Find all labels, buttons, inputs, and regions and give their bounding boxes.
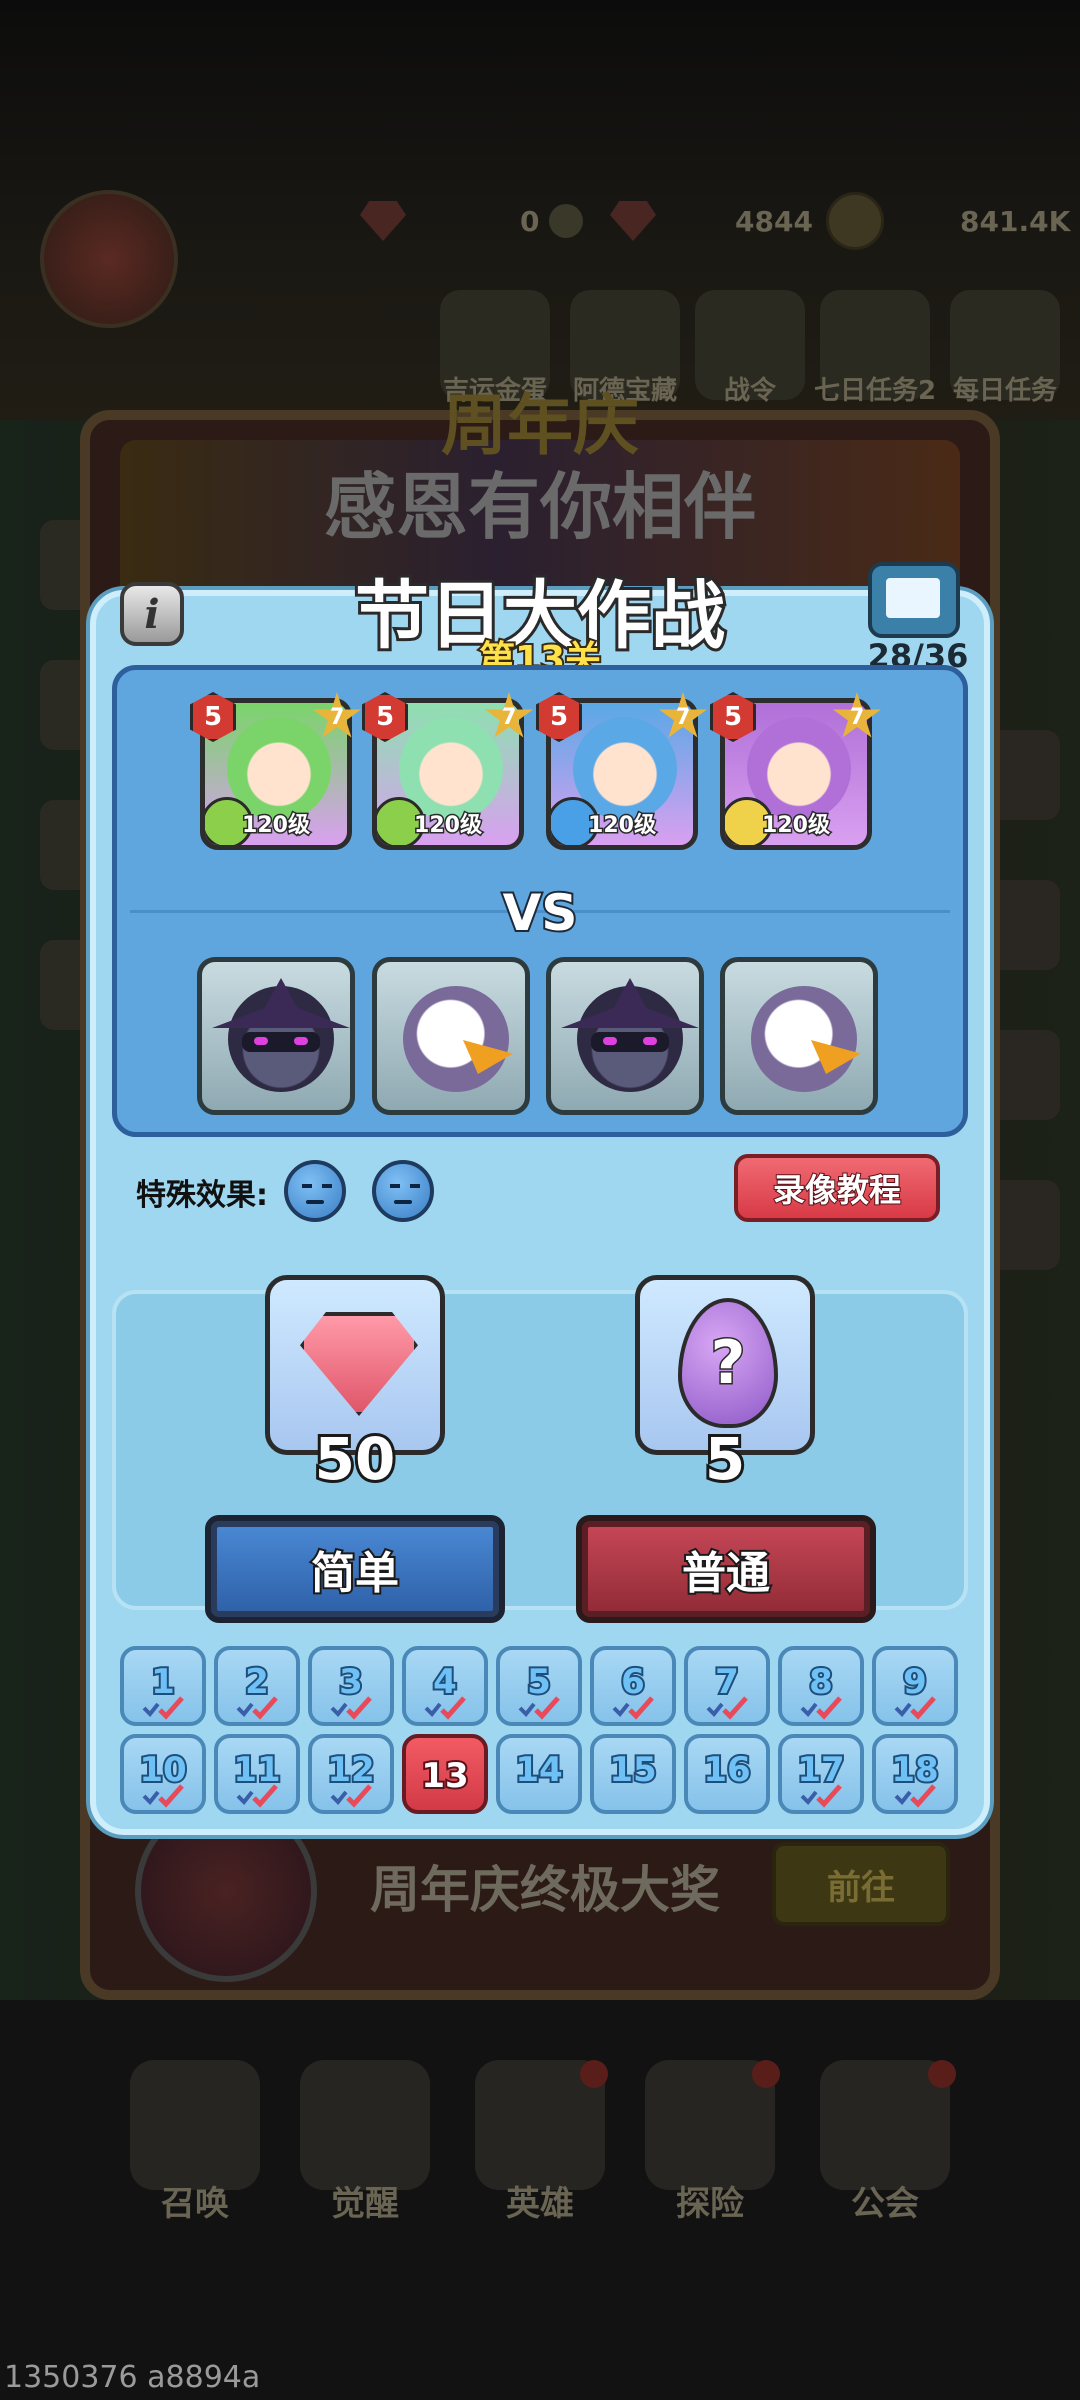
level-9-button[interactable]: 9 [872,1646,958,1726]
check-icon [236,1784,280,1808]
special-effect-icon[interactable] [284,1160,346,1222]
book-icon[interactable] [868,562,960,638]
check-icon [424,1696,468,1720]
check-icon [894,1696,938,1720]
check-icon [330,1696,374,1720]
special-effect-label: 特殊效果: [136,1178,268,1213]
reward-count: 5 [702,1422,748,1496]
level-3-button[interactable]: 3 [308,1646,394,1726]
level-number: 13 [419,1754,470,1798]
gem-icon [610,201,656,241]
check-icon [800,1784,844,1808]
resource-gem-counter [360,195,406,247]
replay-tutorial-button[interactable]: 录像教程 [734,1154,940,1222]
level-number: 15 [607,1748,658,1792]
hero-level: 120级 [587,812,658,840]
eagle-portrait [403,986,509,1092]
notification-dot [752,2060,780,2088]
check-icon [612,1696,656,1720]
nav-awaken[interactable]: 觉醒 [280,2176,450,2225]
hero-level: 120级 [761,812,832,840]
special-effect-icon[interactable] [372,1160,434,1222]
check-icon [236,1696,280,1720]
check-icon [330,1784,374,1808]
hero-level: 120级 [413,812,484,840]
level-13-button[interactable]: 13 [402,1734,488,1814]
level-7-button[interactable]: 7 [684,1646,770,1726]
plus-icon[interactable] [549,204,584,238]
resource-gem2 [610,195,656,247]
enemy-eagle-card[interactable] [720,957,878,1115]
level-18-button[interactable]: 18 [872,1734,958,1814]
level-2-button[interactable]: 2 [214,1646,300,1726]
resource-coin [826,192,884,250]
check-icon [706,1696,750,1720]
level-10-button[interactable]: 10 [120,1734,206,1814]
player-avatar[interactable] [40,190,178,328]
level-number: 16 [701,1748,752,1792]
check-icon [894,1784,938,1808]
level-4-button[interactable]: 4 [402,1646,488,1726]
resource-count-2: 4844 [735,204,813,238]
level-15-button[interactable]: 15 [590,1734,676,1814]
level-17-button[interactable]: 17 [778,1734,864,1814]
level-11-button[interactable]: 11 [214,1734,300,1814]
level-number: 14 [513,1748,564,1792]
level-5-button[interactable]: 5 [496,1646,582,1726]
go-button[interactable]: 前往 [772,1842,950,1926]
nav-explore[interactable]: 探险 [625,2176,795,2225]
level-12-button[interactable]: 12 [308,1734,394,1814]
vs-label: VS [501,882,580,944]
enemy-ninja-card[interactable] [197,957,355,1115]
easy-mode-button[interactable]: 简单 [205,1515,505,1623]
gem-icon [360,201,406,241]
resource-count-1: 0 [520,195,584,247]
nav-hero[interactable]: 英雄 [455,2176,625,2225]
eagle-portrait [751,986,857,1092]
event-subtitle: 感恩有你相伴 [323,465,756,549]
check-icon [518,1696,562,1720]
hero-level: 120级 [241,812,312,840]
nav-summon[interactable]: 召唤 [110,2176,280,2225]
summon-icon[interactable] [130,2060,260,2190]
resource-count-3: 841.4K [960,204,1071,238]
level-8-button[interactable]: 8 [778,1646,864,1726]
watermark-text: 1350376 a8894a [4,2360,261,2395]
normal-mode-button[interactable]: 普通 [576,1515,876,1623]
level-16-button[interactable]: 16 [684,1734,770,1814]
mystery-egg-icon: ? [678,1298,778,1428]
awaken-icon[interactable] [300,2060,430,2190]
check-icon [800,1696,844,1720]
level-6-button[interactable]: 6 [590,1646,676,1726]
notification-dot [580,2060,608,2088]
grand-prize-label: 周年庆终极大奖 [370,1861,720,1919]
nav-guild[interactable]: 公会 [800,2176,970,2225]
coin-icon [826,192,884,250]
level-14-button[interactable]: 14 [496,1734,582,1814]
level-1-button[interactable]: 1 [120,1646,206,1726]
enemy-ninja-card[interactable] [546,957,704,1115]
check-icon [142,1696,186,1720]
notification-dot [928,2060,956,2088]
reward-count: 50 [312,1422,399,1496]
gem-icon [300,1312,418,1416]
enemy-eagle-card[interactable] [372,957,530,1115]
check-icon [142,1784,186,1808]
